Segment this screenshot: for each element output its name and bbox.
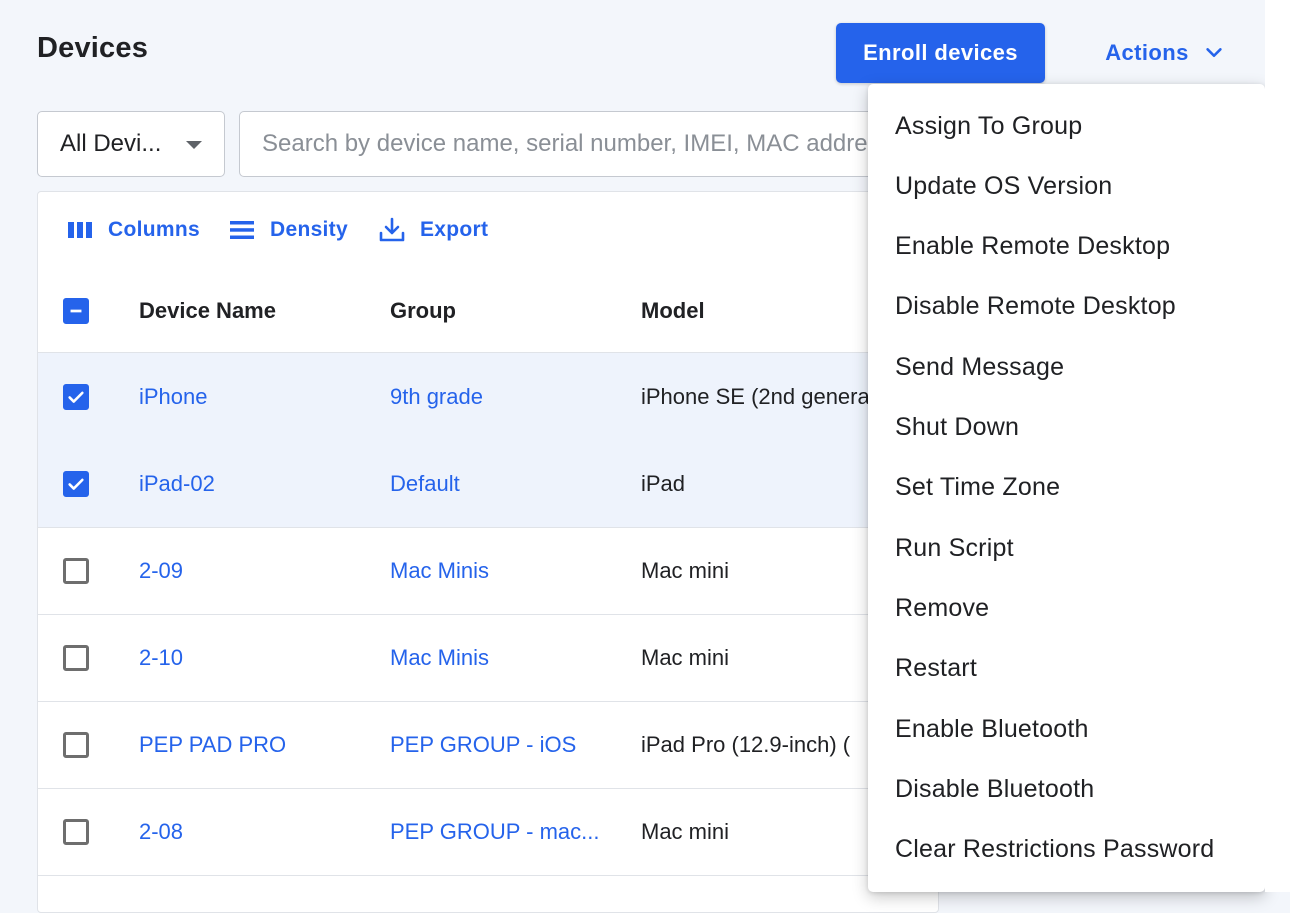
column-header-group[interactable]: Group [390, 270, 456, 352]
export-button[interactable]: Export [378, 212, 488, 248]
actions-dropdown-button[interactable]: Actions [1085, 23, 1245, 83]
device-name-link[interactable]: 2-08 [139, 788, 183, 875]
actions-menu-item[interactable]: Set Time Zone [895, 468, 1060, 508]
chevron-down-icon [1206, 48, 1222, 58]
density-label: Density [270, 218, 348, 241]
row-select-cell [63, 788, 89, 875]
caret-down-icon [186, 141, 202, 149]
device-model: Mac mini [641, 557, 730, 583]
export-label: Export [420, 218, 489, 241]
device-group-link[interactable]: Mac Minis [390, 614, 489, 701]
enroll-devices-button[interactable]: Enroll devices [836, 23, 1045, 83]
actions-menu-item[interactable]: Remove [895, 588, 989, 628]
device-name-link[interactable]: iPhone [139, 353, 208, 440]
actions-menu-item[interactable]: Run Script [895, 528, 1014, 568]
device-model: Mac mini [641, 644, 730, 670]
row-select-cell [63, 440, 89, 527]
actions-menu: Assign To Group Update OS Version Enable R… [868, 84, 1265, 892]
columns-label: Columns [108, 218, 200, 241]
row-select-cell [63, 527, 89, 614]
row-checkbox[interactable] [63, 470, 89, 497]
actions-menu-item[interactable]: Clear Restrictions Password [895, 830, 1214, 870]
actions-menu-item[interactable]: Enable Remote Desktop [895, 227, 1170, 267]
device-name-link[interactable]: 2-10 [139, 614, 183, 701]
table-row[interactable]: 2-10 Mac Minis Mac mini [38, 614, 938, 702]
column-header-model[interactable]: Model [641, 270, 705, 352]
actions-menu-item[interactable]: Enable Bluetooth [895, 709, 1089, 749]
device-name-link[interactable]: PEP PAD PRO [139, 701, 286, 788]
table-toolbar: Columns Density Export [38, 192, 938, 270]
actions-menu-item[interactable]: Restart [895, 649, 977, 689]
actions-menu-item[interactable]: Disable Bluetooth [895, 769, 1094, 809]
table-row[interactable]: PEP PAD PRO PEP GROUP - iOS iPad Pro (12.9… [38, 701, 938, 789]
table-header-row: Device Name Group Model [38, 270, 938, 353]
select-all-checkbox[interactable] [63, 298, 89, 324]
density-icon [230, 221, 254, 239]
device-group-link[interactable]: PEP GROUP - mac... [390, 788, 599, 875]
device-scope-value: All Devi... [60, 130, 162, 157]
table-row[interactable]: 2-08 PEP GROUP - mac... Mac mini [38, 788, 938, 876]
actions-menu-item[interactable]: Update OS Version [895, 166, 1112, 206]
row-checkbox[interactable] [63, 383, 89, 410]
row-checkbox[interactable] [63, 557, 89, 584]
row-checkbox[interactable] [63, 731, 89, 758]
table-row[interactable]: iPhone 9th grade iPhone SE (2nd generation… [38, 353, 938, 441]
device-name-link[interactable]: iPad-02 [139, 440, 215, 527]
column-header-device-name[interactable]: Device Name [139, 270, 276, 352]
devices-table: Columns Density Export Device Name Group… [37, 191, 939, 913]
actions-menu-item[interactable]: Disable Remote Desktop [895, 287, 1176, 327]
actions-menu-item[interactable]: Shut Down [895, 408, 1019, 448]
export-icon [379, 217, 405, 242]
device-scope-select[interactable]: All Devi... [37, 111, 225, 177]
table-row[interactable]: 2-09 Mac Minis Mac mini [38, 527, 938, 615]
row-select-cell [63, 353, 89, 440]
checkbox-indeterminate-icon [70, 309, 82, 313]
device-group-link[interactable]: Default [390, 440, 460, 527]
screenshot-edge [1265, 0, 1290, 892]
row-checkbox[interactable] [63, 818, 89, 845]
actions-menu-item[interactable]: Send Message [895, 347, 1064, 387]
device-model: iPad Pro (12.9-inch) ( [641, 731, 851, 757]
page-title: Devices [37, 32, 149, 64]
checkmark-icon [68, 391, 84, 403]
device-group-link[interactable]: PEP GROUP - iOS [390, 701, 576, 788]
columns-icon [68, 222, 92, 238]
row-select-cell [63, 701, 89, 788]
checkmark-icon [68, 478, 84, 490]
columns-button[interactable]: Columns [66, 212, 200, 248]
actions-label: Actions [1105, 40, 1189, 65]
density-button[interactable]: Density [228, 212, 348, 248]
device-group-link[interactable]: 9th grade [390, 353, 483, 440]
table-row[interactable]: iPad-02 Default iPad [38, 440, 938, 528]
row-select-cell [63, 614, 89, 701]
device-group-link[interactable]: Mac Minis [390, 527, 489, 614]
actions-menu-item[interactable]: Assign To Group [895, 106, 1082, 146]
device-name-link[interactable]: 2-09 [139, 527, 183, 614]
device-search-input[interactable]: Search by device name, serial number, IM… [239, 111, 939, 177]
select-all-cell [63, 270, 89, 352]
device-model: iPad [641, 470, 686, 496]
device-model: Mac mini [641, 818, 730, 844]
search-placeholder: Search by device name, serial number, IM… [262, 130, 892, 157]
row-checkbox[interactable] [63, 644, 89, 671]
